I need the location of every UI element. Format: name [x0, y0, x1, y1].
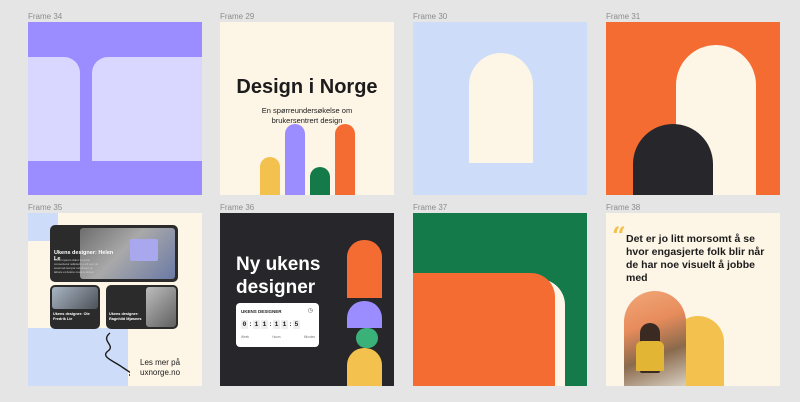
colon-separator: :	[249, 321, 252, 328]
frame-29-title: Design i Norge	[236, 76, 378, 98]
designer-card-3[interactable]: Ukens designer: Ragnhild Mjøsnes	[106, 285, 178, 329]
orange-rounded-shape	[413, 273, 555, 386]
cta-line-2: uxnorge.no	[140, 368, 181, 377]
cta-box[interactable]: Les mer på uxnorge.no	[130, 349, 202, 386]
bar-purple	[285, 124, 305, 195]
card1-text: Lorem ipsum dolor sit amet consectetur a…	[54, 258, 99, 274]
card1-screen	[130, 239, 158, 261]
green-shape	[356, 328, 378, 348]
colon-separator: :	[289, 321, 292, 328]
yellow-arch-shape	[347, 348, 382, 386]
card2-photo	[52, 287, 98, 309]
digit: 5	[293, 320, 300, 329]
frame-label-29[interactable]: Frame 29	[220, 12, 254, 21]
clock-icon: ◷	[307, 308, 313, 314]
card3-photo	[146, 287, 176, 327]
frame-36[interactable]: Ny ukens designer UKENS DESIGNER ◷ 0 : 1…	[220, 213, 394, 386]
designer-card-2[interactable]: Ukens designer: Ole Fredrik Lie	[50, 285, 100, 329]
frame-label-38[interactable]: Frame 38	[606, 203, 640, 212]
countdown-label: UKENS DESIGNER	[241, 309, 282, 314]
lavender-shape-left	[28, 57, 80, 161]
frame-label-36[interactable]: Frame 36	[220, 203, 254, 212]
lavender-shape-right	[92, 57, 202, 161]
digit: 1	[253, 320, 260, 329]
quote-mark-icon: “	[612, 221, 626, 250]
frame-29[interactable]: Design i Norge En spørreundersøkelse om …	[220, 22, 394, 195]
bar-orange	[335, 124, 355, 195]
card3-title: Ukens designer: Ragnhild Mjøsnes	[109, 312, 142, 321]
frame-label-31[interactable]: Frame 31	[606, 12, 640, 21]
frame-label-34[interactable]: Frame 34	[28, 12, 62, 21]
frame-30[interactable]	[413, 22, 587, 195]
orange-pill-shape	[347, 240, 382, 298]
unit-label: Minutes	[303, 335, 315, 339]
countdown-units: Week Hours Minutes	[241, 335, 315, 339]
cta-line-1: Les mer på	[140, 358, 181, 367]
frame-29-subtitle: En spørreundersøkelse om brukersentrert …	[261, 106, 353, 125]
digit: 1	[273, 320, 280, 329]
frame-36-title: Ny ukens designer	[236, 254, 321, 298]
bar-yellow	[260, 157, 280, 195]
cream-arch	[469, 53, 533, 163]
digit: 0	[241, 320, 248, 329]
frame-label-35[interactable]: Frame 35	[28, 203, 62, 212]
frame-37[interactable]	[413, 213, 587, 386]
dark-arch	[633, 124, 713, 195]
digit: 1	[281, 320, 288, 329]
colon-separator: :	[269, 321, 272, 328]
frame-31[interactable]	[606, 22, 780, 195]
person-shirt	[636, 341, 664, 371]
frame-35[interactable]: Ukens designer: Helen Le Lorem ipsum dol…	[28, 213, 202, 386]
digit: 1	[261, 320, 268, 329]
bar-green	[310, 167, 330, 195]
frame-label-30[interactable]: Frame 30	[413, 12, 447, 21]
card2-title: Ukens designer: Ole Fredrik Lie	[53, 312, 90, 321]
unit-label: Hours	[272, 335, 281, 339]
countdown-widget: UKENS DESIGNER ◷ 0 : 1 1 : 1 1 : 5 Week …	[236, 303, 319, 347]
designer-card-1[interactable]: Ukens designer: Helen Le Lorem ipsum dol…	[50, 225, 178, 282]
frame-label-37[interactable]: Frame 37	[413, 203, 447, 212]
frame-38[interactable]: “ Det er jo litt morsomt å se hvor engas…	[606, 213, 780, 386]
unit-label: Week	[241, 335, 250, 339]
purple-half-shape	[347, 301, 382, 328]
quote-text: Det er jo litt morsomt å se hvor engasje…	[626, 233, 765, 284]
countdown-digits: 0 : 1 1 : 1 1 : 5	[241, 320, 300, 329]
frame-34[interactable]	[28, 22, 202, 195]
